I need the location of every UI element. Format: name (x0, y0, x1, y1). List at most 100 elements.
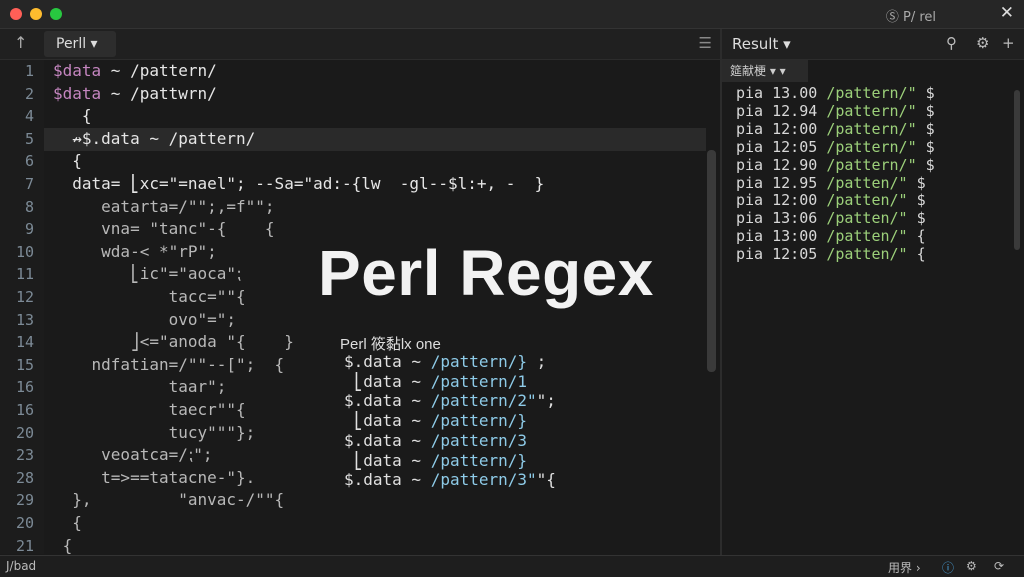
result-row[interactable]: pia 13:06 /patten/" $ (736, 209, 926, 227)
result-scrollbar[interactable] (1014, 90, 1020, 250)
result-row[interactable]: pia 13:00 /patten/" { (736, 227, 926, 245)
overlay-pat: /pattern/2" (430, 391, 537, 411)
code-line[interactable]: veoatca=/⁏"; (53, 445, 212, 464)
close-icon[interactable]: ✕ (1000, 3, 1014, 23)
code-line[interactable]: { (53, 513, 82, 532)
code-line[interactable]: taar"; (53, 377, 227, 396)
result-row[interactable]: pia 12:00 /patten/" $ (736, 191, 926, 209)
result-e: $ (925, 101, 935, 120)
code-text: { (53, 535, 73, 554)
result-e: $ (916, 173, 926, 192)
title-bar: Ⓢ P/ rel ✕ (0, 0, 1024, 29)
result-row[interactable]: pia 12:00 /pattern/" $ (736, 120, 935, 138)
overlay-op: ~ (401, 391, 431, 411)
result-e: $ (925, 119, 935, 138)
overlay-var: ⎣data (344, 371, 402, 391)
status-right-label[interactable]: 用界 › (888, 559, 921, 576)
add-icon[interactable]: + (1002, 34, 1015, 52)
overlay-subtitle: Perl 筱黏lx one (340, 336, 441, 353)
result-a: pia (736, 173, 764, 192)
status-bar: J/bad 用界 › ⓘ ⚙ ⟳ (0, 555, 1024, 577)
gear-icon[interactable]: ⚙ (966, 559, 977, 573)
result-a: pia (736, 84, 764, 102)
overlay-var: ⎣data (344, 411, 402, 431)
code-line[interactable]: vna= "tanc"-{ { (53, 219, 275, 239)
result-row[interactable]: pia 12.90 /pattern/" $ (736, 156, 935, 174)
result-a: pia (736, 155, 764, 174)
result-t: 12.95 (772, 173, 818, 192)
code-line[interactable]: data= ⎣xc="=nael"; --Sa="ad:-{lw -gl--$l… (53, 174, 544, 193)
up-arrow-icon[interactable]: ↑ (14, 33, 27, 52)
result-p: /pattern/" (826, 119, 917, 138)
result-p: /patten/" (826, 173, 908, 192)
refresh-icon[interactable]: ⟳ (994, 559, 1004, 573)
result-row[interactable]: pia 12:05 /patten/" { (736, 245, 926, 263)
result-t: 12.94 (772, 101, 818, 120)
maximize-window-dot[interactable] (50, 8, 62, 20)
result-row[interactable]: pia 12.95 /patten/" $ (736, 174, 926, 192)
result-t: 12:00 (772, 191, 818, 210)
result-a: pia (736, 119, 764, 138)
overlay-op: ~ (401, 411, 431, 431)
code-line[interactable]: tacc=""{ (53, 287, 246, 306)
code-text: vna= "tanc"-{ { (53, 219, 275, 239)
overlay-var: $.data (344, 430, 402, 450)
result-a: pia (736, 137, 764, 156)
result-p: /patten/" (826, 191, 908, 210)
close-window-dot[interactable] (10, 8, 22, 20)
result-t: 12:05 (772, 245, 818, 264)
editor-scrollbar[interactable] (707, 150, 716, 372)
panel-divider[interactable] (720, 29, 722, 555)
code-line[interactable]: ↛$.data ~ /pattern/ (53, 129, 255, 148)
overlay-tail: "{ (536, 470, 556, 490)
result-row[interactable]: pia 13.00 /pattern/" $ (736, 84, 935, 102)
menu-icon[interactable]: ☰ (699, 34, 712, 52)
result-t: 12:00 (772, 119, 818, 138)
overlay-code-line: ⎣data ~ /pattern/} (344, 451, 527, 470)
code-text: wda-< *"rP"; (53, 241, 217, 261)
code-line[interactable]: ovo"="; (53, 310, 236, 329)
code-line[interactable]: t=>==tatacne-"}. (53, 468, 255, 487)
settings-icon[interactable]: ⚙ (976, 34, 989, 52)
overlay-code-line: $.data ~ /pattern/3""{ (344, 470, 556, 489)
result-t: 13.00 (772, 84, 818, 102)
code-line[interactable]: $data ~ /pattwrn/ (53, 84, 217, 103)
window-title: Ⓢ P/ rel (885, 10, 936, 25)
code-line[interactable]: { (53, 535, 73, 554)
tab-perl[interactable]: Perll ▾ (44, 31, 116, 57)
result-p: /pattern/" (826, 155, 917, 174)
code-text: { (53, 106, 92, 126)
overlay-op: ~ (401, 371, 431, 391)
status-left: J/bad (6, 559, 37, 573)
result-e: { (916, 245, 926, 264)
result-row[interactable]: pia 12:05 /pattern/" $ (736, 138, 935, 156)
overlay-op: ~ (401, 430, 431, 450)
code-line[interactable]: }, "anvac-/""{ (53, 490, 284, 509)
code-line[interactable]: { (53, 151, 82, 170)
result-p: /pattern/" (826, 137, 917, 156)
result-p: /pattern/" (826, 101, 917, 120)
code-line[interactable]: { (53, 106, 92, 125)
result-title[interactable]: Result ▾ (732, 35, 791, 53)
overlay-pat: /pattern/} (430, 450, 528, 470)
code-text: tacc=""{ (53, 287, 246, 306)
code-line[interactable]: tucy"""}; (53, 423, 256, 442)
code-text: ovo"="; (53, 309, 237, 329)
result-row[interactable]: pia 12.94 /pattern/" $ (736, 102, 935, 120)
code-text: ↛$.data ~ /pattern/ (53, 128, 256, 148)
info-icon[interactable]: ⓘ (942, 559, 954, 576)
editor-toolbar: ↑ Perll ▾ ☰ (0, 29, 720, 60)
code-line[interactable]: ⎣ic"="aoca"⁏ (53, 264, 241, 283)
code-line[interactable]: wda-< *"rP"; (53, 242, 217, 261)
code-line[interactable]: taecr""{ (53, 400, 246, 419)
code-line[interactable]: ⎦<="anoda "{ } (53, 332, 294, 351)
code-line[interactable]: eatarta=/"";,=f""; (53, 197, 274, 216)
overlay-op: ~ (401, 450, 431, 470)
code-line[interactable]: $data ~ /pattern/ (53, 61, 217, 80)
result-filter-dropdown[interactable]: 筵献梗 ▾ ▾ (722, 60, 808, 82)
minimize-window-dot[interactable] (30, 8, 42, 20)
overlay-pat: /pattern/3" (430, 470, 537, 490)
code-line[interactable]: ndfatian=/""--["; { (53, 355, 285, 374)
pin-icon[interactable]: ⚲ (946, 34, 957, 52)
overlay-var: $.data (344, 391, 402, 411)
